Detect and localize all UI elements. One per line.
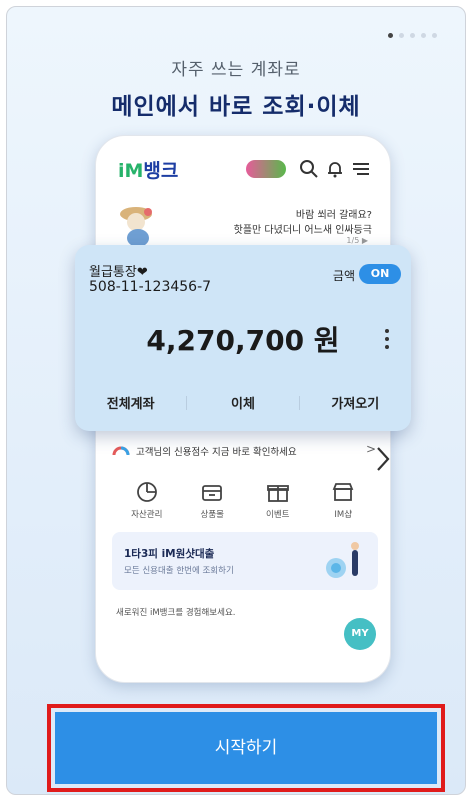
credit-text: 고객님의 신용점수 지금 바로 확인하세요 bbox=[136, 447, 297, 458]
account-number: 508-11-123456-7 bbox=[89, 279, 212, 295]
page-indicator bbox=[388, 33, 437, 38]
account-card: 월급통장❤ 508-11-123456-7 금액 ON 4,270,700 원 … bbox=[75, 245, 411, 431]
import-action: 가져오기 bbox=[331, 397, 380, 412]
loan-banner: 1타3피 iM원샷대출 모든 신용대출 한번에 조회하기 bbox=[112, 532, 378, 590]
page-dot bbox=[432, 33, 437, 38]
amount-label: 금액 bbox=[332, 269, 355, 283]
my-button: MY bbox=[344, 618, 376, 650]
hero-title: 메인에서 바로 조회·이체 bbox=[111, 94, 361, 120]
quick-menu-asset: 자산관리 bbox=[114, 480, 180, 530]
hero-subtitle: 자주 쓰는 계좌로 bbox=[171, 60, 301, 80]
start-button-highlight: 시작하기 bbox=[47, 704, 445, 792]
onboarding-screen: 자주 쓰는 계좌로 메인에서 바로 조회·이체 iM뱅크 바람 쐬러 갈래요? … bbox=[6, 6, 466, 795]
quick-menu-label: 이벤트 bbox=[266, 510, 290, 520]
logo-suffix: 뱅크 bbox=[143, 160, 179, 182]
promo-line-1: 바람 쐬러 갈래요? bbox=[295, 210, 372, 221]
app-header: iM뱅크 bbox=[118, 156, 372, 182]
logo-prefix: iM bbox=[118, 160, 144, 182]
quick-menu-products: 상품몰 bbox=[180, 480, 246, 530]
credit-score-notice: 고객님의 신용점수 지금 바로 확인하세요 > bbox=[110, 440, 378, 464]
start-button[interactable]: 시작하기 bbox=[55, 712, 437, 784]
credit-gauge-icon bbox=[112, 446, 130, 456]
notice-text: 새로워진 iM뱅크를 경험해보세요. bbox=[116, 608, 236, 618]
page-dot bbox=[421, 33, 426, 38]
search-icon bbox=[300, 160, 318, 178]
quick-menu: 자산관리 상품몰 이벤트 IM샵 bbox=[114, 480, 376, 530]
quick-menu-label: IM샵 bbox=[334, 510, 353, 520]
pie-chart-icon bbox=[136, 482, 157, 502]
bell-icon bbox=[328, 162, 342, 178]
promo-page-indicator: 1/5 ▶ bbox=[346, 236, 368, 245]
account-balance: 4,270,700 원 bbox=[146, 324, 340, 357]
all-accounts-action: 전체계좌 bbox=[106, 397, 155, 412]
account-name: 월급통장❤ bbox=[89, 265, 148, 280]
loan-illustration-icon bbox=[326, 542, 359, 578]
amount-toggle: ON bbox=[359, 264, 401, 284]
quick-menu-label: 상품몰 bbox=[200, 510, 224, 520]
account-actions: 전체계좌 이체 가져오기 bbox=[75, 393, 411, 413]
app-logo: iM뱅크 bbox=[118, 156, 178, 183]
loan-subtitle: 모든 신용대출 한번에 조회하기 bbox=[124, 566, 234, 576]
quick-menu-label: 자산관리 bbox=[131, 510, 163, 520]
page-dot bbox=[399, 33, 404, 38]
gift-icon bbox=[266, 485, 289, 502]
shop-icon bbox=[332, 483, 354, 501]
store-icon bbox=[202, 485, 223, 501]
transfer-action: 이체 bbox=[231, 397, 255, 412]
promo-line-2: 핫플만 다녔더니 어느새 인싸등극 bbox=[233, 225, 372, 236]
mascot-icon bbox=[120, 207, 152, 247]
menu-icon bbox=[353, 163, 369, 175]
more-icon bbox=[385, 329, 389, 349]
event-badge bbox=[246, 160, 286, 178]
quick-menu-event: 이벤트 bbox=[245, 480, 311, 530]
page-dot-active bbox=[388, 33, 393, 38]
page-dot bbox=[410, 33, 415, 38]
quick-menu-shop: IM샵 bbox=[311, 480, 377, 530]
loan-title: 1타3피 iM원샷대출 bbox=[124, 548, 215, 560]
chevron-right-icon bbox=[377, 447, 390, 471]
